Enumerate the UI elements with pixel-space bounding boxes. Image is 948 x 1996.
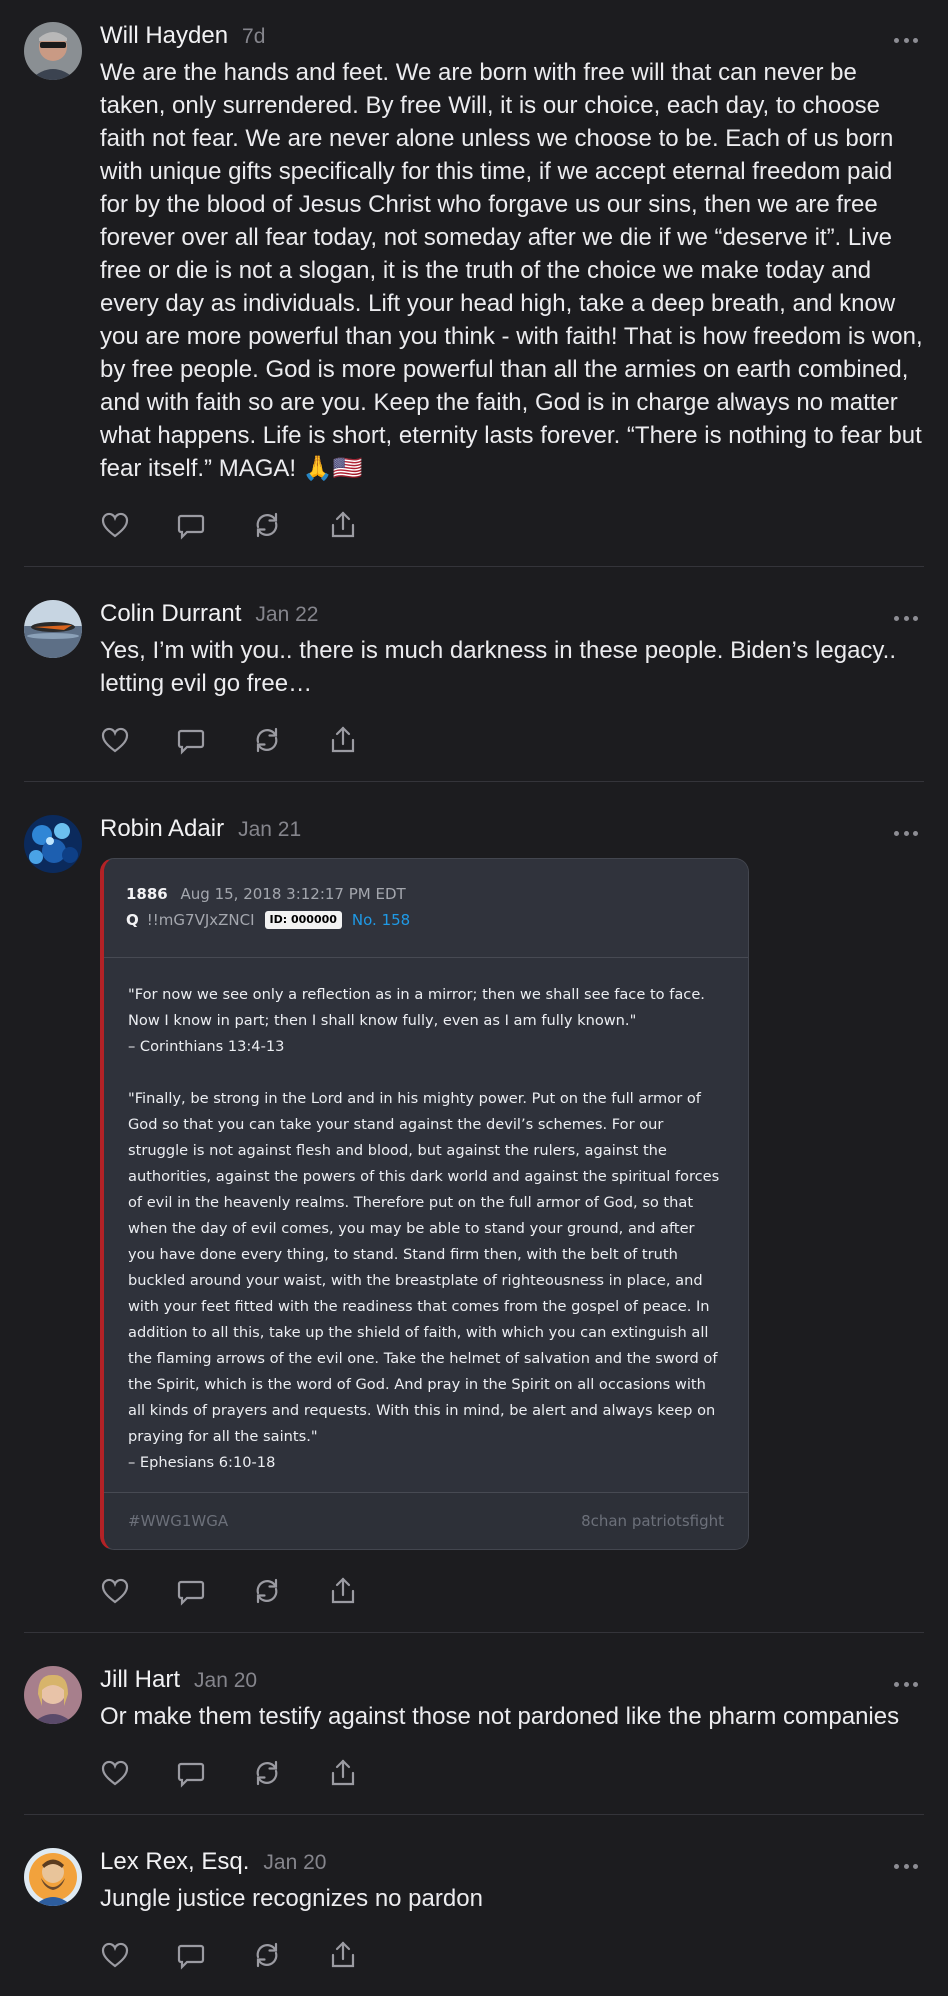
post-date[interactable]: Jan 21 <box>238 818 301 842</box>
post-actions <box>100 1938 924 1972</box>
author-name[interactable]: Lex Rex, Esq. <box>100 1848 249 1876</box>
id-badge: ID: 000000 <box>264 911 342 929</box>
heart-icon[interactable] <box>100 1758 130 1788</box>
share-icon[interactable] <box>328 1576 358 1606</box>
post-timestamp: Aug 15, 2018 3:12:17 PM EDT <box>180 885 406 903</box>
comment-icon[interactable] <box>176 510 206 540</box>
card-header: 1886 Aug 15, 2018 3:12:17 PM EDT Q !!mG7… <box>104 859 748 958</box>
post-date[interactable]: Jan 20 <box>263 1851 326 1875</box>
author-name[interactable]: Will Hayden <box>100 22 228 50</box>
post-number: 1886 <box>126 885 168 903</box>
author-name[interactable]: Colin Durrant <box>100 600 241 628</box>
comment-icon[interactable] <box>176 1758 206 1788</box>
post: Colin Durrant Jan 22 Yes, I’m with you..… <box>0 567 948 757</box>
repost-icon[interactable] <box>252 1758 282 1788</box>
repost-icon[interactable] <box>252 1940 282 1970</box>
more-options-icon[interactable] <box>894 30 918 50</box>
comment-icon[interactable] <box>176 1940 206 1970</box>
comment-icon[interactable] <box>176 725 206 755</box>
post: Robin Adair Jan 21 1886 Aug 15, 2018 3:1… <box>0 782 948 1608</box>
more-options-icon[interactable] <box>894 608 918 628</box>
post-date[interactable]: Jan 22 <box>255 603 318 627</box>
post-actions <box>100 1756 924 1790</box>
more-options-icon[interactable] <box>894 1674 918 1694</box>
post-no-link[interactable]: No. 158 <box>352 907 410 933</box>
avatar[interactable] <box>24 1848 82 1906</box>
post-actions <box>100 723 924 757</box>
card-body-text: "For now we see only a reflection as in … <box>128 986 720 1471</box>
avatar[interactable] <box>24 600 82 658</box>
post-text: We are the hands and feet. We are born w… <box>100 59 930 482</box>
comment-icon[interactable] <box>176 1576 206 1606</box>
post-date[interactable]: Jan 20 <box>194 1669 257 1693</box>
share-icon[interactable] <box>328 1940 358 1970</box>
card-footer: #WWG1WGA 8chan patriotsfight <box>104 1492 748 1549</box>
post-text: Yes, I’m with you.. there is much darkne… <box>100 637 903 697</box>
post: Lex Rex, Esq. Jan 20 Jungle justice reco… <box>0 1815 948 1972</box>
quoted-post-card[interactable]: 1886 Aug 15, 2018 3:12:17 PM EDT Q !!mG7… <box>100 858 749 1550</box>
author-name[interactable]: Robin Adair <box>100 815 224 843</box>
post-text: Jungle justice recognizes no pardon <box>100 1885 483 1912</box>
more-options-icon[interactable] <box>894 1856 918 1876</box>
repost-icon[interactable] <box>252 725 282 755</box>
tripcode: !!mG7VJxZNCI <box>146 911 255 929</box>
heart-icon[interactable] <box>100 1940 130 1970</box>
post-actions <box>100 1574 924 1608</box>
more-options-icon[interactable] <box>894 823 918 843</box>
repost-icon[interactable] <box>252 510 282 540</box>
heart-icon[interactable] <box>100 1576 130 1606</box>
post-date[interactable]: 7d <box>242 25 265 49</box>
author-name[interactable]: Jill Hart <box>100 1666 180 1694</box>
poster-name: Q <box>126 911 139 929</box>
share-icon[interactable] <box>328 510 358 540</box>
avatar[interactable] <box>24 22 82 80</box>
card-hashtag: #WWG1WGA <box>128 1512 229 1530</box>
feed: Will Hayden 7d We are the hands and feet… <box>0 0 948 1972</box>
share-icon[interactable] <box>328 1758 358 1788</box>
heart-icon[interactable] <box>100 725 130 755</box>
repost-icon[interactable] <box>252 1576 282 1606</box>
avatar[interactable] <box>24 1666 82 1724</box>
avatar[interactable] <box>24 815 82 873</box>
share-icon[interactable] <box>328 725 358 755</box>
post: Jill Hart Jan 20 Or make them testify ag… <box>0 1633 948 1790</box>
post: Will Hayden 7d We are the hands and feet… <box>0 0 948 542</box>
card-source: 8chan patriotsfight <box>581 1512 724 1530</box>
post-text: Or make them testify against those not p… <box>100 1703 900 1730</box>
heart-icon[interactable] <box>100 510 130 540</box>
post-actions <box>100 508 924 542</box>
